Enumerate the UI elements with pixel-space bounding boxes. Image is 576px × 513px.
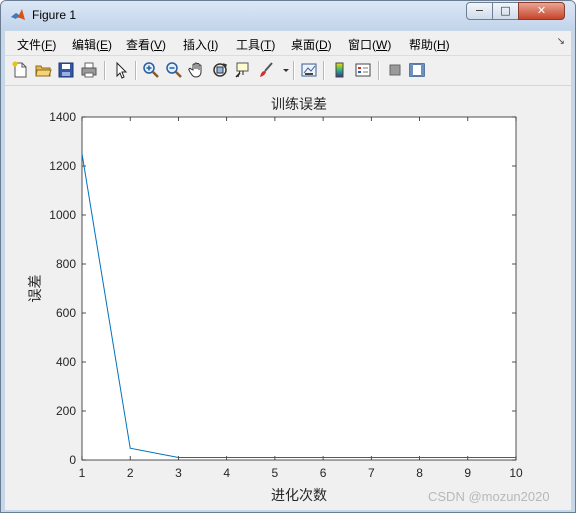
y-tick-label: 600: [56, 306, 76, 320]
y-tick-label: 1200: [49, 159, 76, 173]
figure-window: Figure 1 − □ ✕ 文件(F) 编辑(E) 查看(V) 插入(I) 工…: [0, 0, 576, 513]
show-plot-tools-icon[interactable]: [408, 61, 426, 79]
toolbar-separator: [104, 61, 106, 80]
matlab-logo-icon: [10, 7, 26, 23]
save-icon[interactable]: [57, 61, 75, 79]
y-axis-label: 误差: [27, 275, 43, 303]
x-tick-label: 3: [175, 466, 182, 480]
y-tick-label: 800: [56, 257, 76, 271]
pan-icon[interactable]: [188, 61, 206, 79]
watermark-text: CSDN @mozun2020: [428, 489, 550, 504]
link-plot-icon[interactable]: [300, 61, 318, 79]
zoom-out-icon[interactable]: [165, 61, 183, 79]
title-bar[interactable]: Figure 1 − □ ✕: [1, 1, 575, 30]
x-tick-label: 10: [509, 466, 523, 480]
pointer-icon[interactable]: [112, 61, 130, 79]
maximize-button[interactable]: □: [492, 2, 519, 20]
toolbar-separator: [323, 61, 325, 80]
rotate-3d-icon[interactable]: [211, 61, 229, 79]
menu-tools[interactable]: 工具(T): [236, 36, 275, 53]
brush-dropdown-icon[interactable]: [277, 61, 289, 79]
window-title: Figure 1: [32, 8, 77, 22]
close-button[interactable]: ✕: [518, 2, 565, 20]
figure-canvas: 1 2 3 4 5 6 7 8 9 10 0 200 400 600 800 1000 1200 1400 训练误差…: [5, 86, 571, 510]
minimize-button[interactable]: −: [466, 2, 493, 20]
toolbar-separator: [135, 61, 137, 80]
data-cursor-icon[interactable]: [234, 61, 252, 79]
toolbar-separator: [378, 61, 380, 80]
new-figure-icon[interactable]: [11, 61, 29, 79]
menu-window[interactable]: 窗口(W): [348, 36, 391, 53]
y-tick-label: 1000: [49, 208, 76, 222]
menu-insert[interactable]: 插入(I): [183, 36, 218, 53]
x-tick-label: 4: [223, 466, 230, 480]
menu-desktop[interactable]: 桌面(D): [291, 36, 332, 53]
zoom-in-icon[interactable]: [142, 61, 160, 79]
x-tick-label: 1: [79, 466, 86, 480]
y-tick-label: 0: [69, 453, 76, 467]
menu-file[interactable]: 文件(F): [17, 36, 56, 53]
x-tick-label: 7: [368, 466, 375, 480]
dock-figure-icon[interactable]: ↘: [557, 36, 565, 47]
menu-view[interactable]: 查看(V): [126, 36, 166, 53]
brush-icon[interactable]: [257, 61, 275, 79]
print-icon[interactable]: [80, 61, 98, 79]
close-icon: ✕: [536, 4, 547, 17]
toolbar-separator: [293, 61, 295, 80]
plot-area: [81, 116, 517, 461]
x-tick-label: 8: [416, 466, 423, 480]
minimize-icon: −: [474, 4, 485, 17]
hide-plot-tools-icon[interactable]: [386, 61, 404, 79]
x-tick-label: 6: [320, 466, 327, 480]
line-chart[interactable]: 1 2 3 4 5 6 7 8 9 10 0 200 400 600 800 1000 1200 1400 训练误差…: [5, 86, 571, 510]
y-tick-label: 200: [56, 404, 76, 418]
menu-help[interactable]: 帮助(H): [409, 36, 450, 53]
insert-legend-icon[interactable]: [354, 61, 372, 79]
menu-bar: 文件(F) 编辑(E) 查看(V) 插入(I) 工具(T) 桌面(D) 窗口(W…: [5, 31, 571, 56]
y-tick-label: 1400: [49, 110, 76, 124]
insert-colorbar-icon[interactable]: [331, 61, 349, 79]
x-tick-label: 2: [127, 466, 134, 480]
x-tick-label: 5: [272, 466, 279, 480]
y-tick-label: 400: [56, 355, 76, 369]
chart-title: 训练误差: [271, 96, 327, 112]
open-file-icon[interactable]: [34, 61, 52, 79]
menu-edit[interactable]: 编辑(E): [72, 36, 112, 53]
figure-toolbar: [5, 56, 571, 86]
x-tick-label: 9: [464, 466, 471, 480]
maximize-icon: □: [500, 4, 511, 17]
x-axis-label: 进化次数: [271, 487, 327, 503]
